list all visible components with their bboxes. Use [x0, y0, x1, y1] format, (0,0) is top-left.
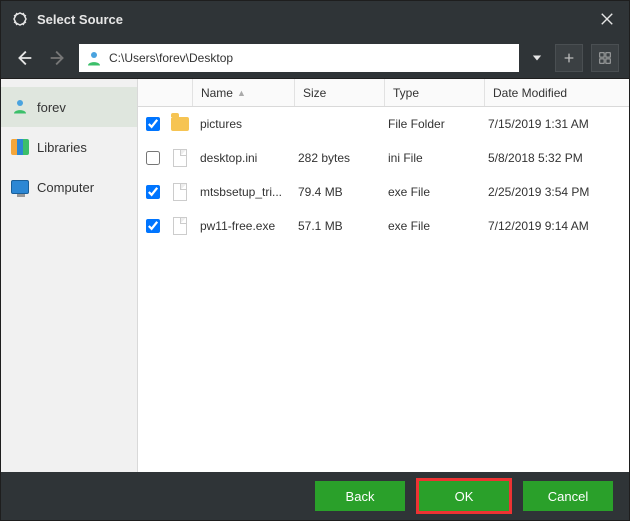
- file-type: exe File: [380, 219, 480, 233]
- file-type: ini File: [380, 151, 480, 165]
- file-checkbox[interactable]: [146, 117, 160, 131]
- user-folder-icon: [85, 49, 103, 67]
- column-header-type[interactable]: Type: [384, 79, 484, 106]
- file-name: desktop.ini: [192, 151, 290, 165]
- sidebar-item-label: forev: [37, 100, 66, 115]
- file-date: 7/15/2019 1:31 AM: [480, 117, 625, 131]
- file-list[interactable]: pictures File Folder7/15/2019 1:31 AM desk…: [138, 107, 629, 472]
- back-button[interactable]: Back: [315, 481, 405, 511]
- folder-icon: [171, 117, 189, 131]
- dialog-body: forev Libraries Computer Name▲ Size: [1, 79, 629, 472]
- ok-button[interactable]: OK: [419, 481, 509, 511]
- file-type: File Folder: [380, 117, 480, 131]
- file-icon: [173, 217, 187, 235]
- window-title: Select Source: [37, 12, 123, 27]
- titlebar: Select Source: [1, 1, 629, 37]
- forward-arrow[interactable]: [45, 45, 71, 71]
- cancel-button[interactable]: Cancel: [523, 481, 613, 511]
- dialog-window: Select Source C:\Users\forev\Desktop: [0, 0, 630, 521]
- computer-icon: [11, 180, 29, 194]
- file-name: pw11-free.exe: [192, 219, 290, 233]
- file-checkbox[interactable]: [146, 219, 160, 233]
- file-size: 282 bytes: [290, 151, 380, 165]
- column-header-date[interactable]: Date Modified: [484, 79, 629, 106]
- view-toggle-button[interactable]: [591, 44, 619, 72]
- file-row[interactable]: mtsbsetup_tri...79.4 MBexe File2/25/2019…: [138, 175, 629, 209]
- file-icon: [173, 183, 187, 201]
- file-checkbox[interactable]: [146, 151, 160, 165]
- location-sidebar: forev Libraries Computer: [1, 79, 138, 472]
- path-box[interactable]: C:\Users\forev\Desktop: [79, 44, 519, 72]
- file-row[interactable]: desktop.ini282 bytesini File5/8/2018 5:3…: [138, 141, 629, 175]
- file-row[interactable]: pw11-free.exe57.1 MBexe File7/12/2019 9:…: [138, 209, 629, 243]
- column-header-size[interactable]: Size: [294, 79, 384, 106]
- path-text: C:\Users\forev\Desktop: [109, 51, 233, 65]
- file-type: exe File: [380, 185, 480, 199]
- sidebar-item-libraries[interactable]: Libraries: [1, 127, 137, 167]
- app-icon: [11, 10, 29, 28]
- sidebar-item-computer[interactable]: Computer: [1, 167, 137, 207]
- user-icon: [11, 97, 29, 118]
- sidebar-item-label: Computer: [37, 180, 94, 195]
- file-date: 5/8/2018 5:32 PM: [480, 151, 625, 165]
- file-panel: Name▲ Size Type Date Modified pictures Fi…: [138, 79, 629, 472]
- file-name: pictures: [192, 117, 290, 131]
- file-date: 7/12/2019 9:14 AM: [480, 219, 625, 233]
- close-button[interactable]: [595, 7, 619, 31]
- file-checkbox[interactable]: [146, 185, 160, 199]
- sort-indicator-icon: ▲: [237, 88, 246, 98]
- file-date: 2/25/2019 3:54 PM: [480, 185, 625, 199]
- file-row[interactable]: pictures File Folder7/15/2019 1:31 AM: [138, 107, 629, 141]
- libraries-icon: [11, 139, 29, 155]
- dialog-footer: Back OK Cancel: [1, 472, 629, 520]
- file-name: mtsbsetup_tri...: [192, 185, 290, 199]
- path-dropdown[interactable]: [527, 44, 547, 72]
- new-folder-button[interactable]: [555, 44, 583, 72]
- column-header-name[interactable]: Name▲: [192, 79, 294, 106]
- file-size: 79.4 MB: [290, 185, 380, 199]
- sidebar-item-userfolder[interactable]: forev: [1, 87, 137, 127]
- back-arrow[interactable]: [11, 45, 37, 71]
- file-icon: [173, 149, 187, 167]
- file-size: 57.1 MB: [290, 219, 380, 233]
- sidebar-item-label: Libraries: [37, 140, 87, 155]
- navigation-toolbar: C:\Users\forev\Desktop: [1, 37, 629, 79]
- file-list-header: Name▲ Size Type Date Modified: [138, 79, 629, 107]
